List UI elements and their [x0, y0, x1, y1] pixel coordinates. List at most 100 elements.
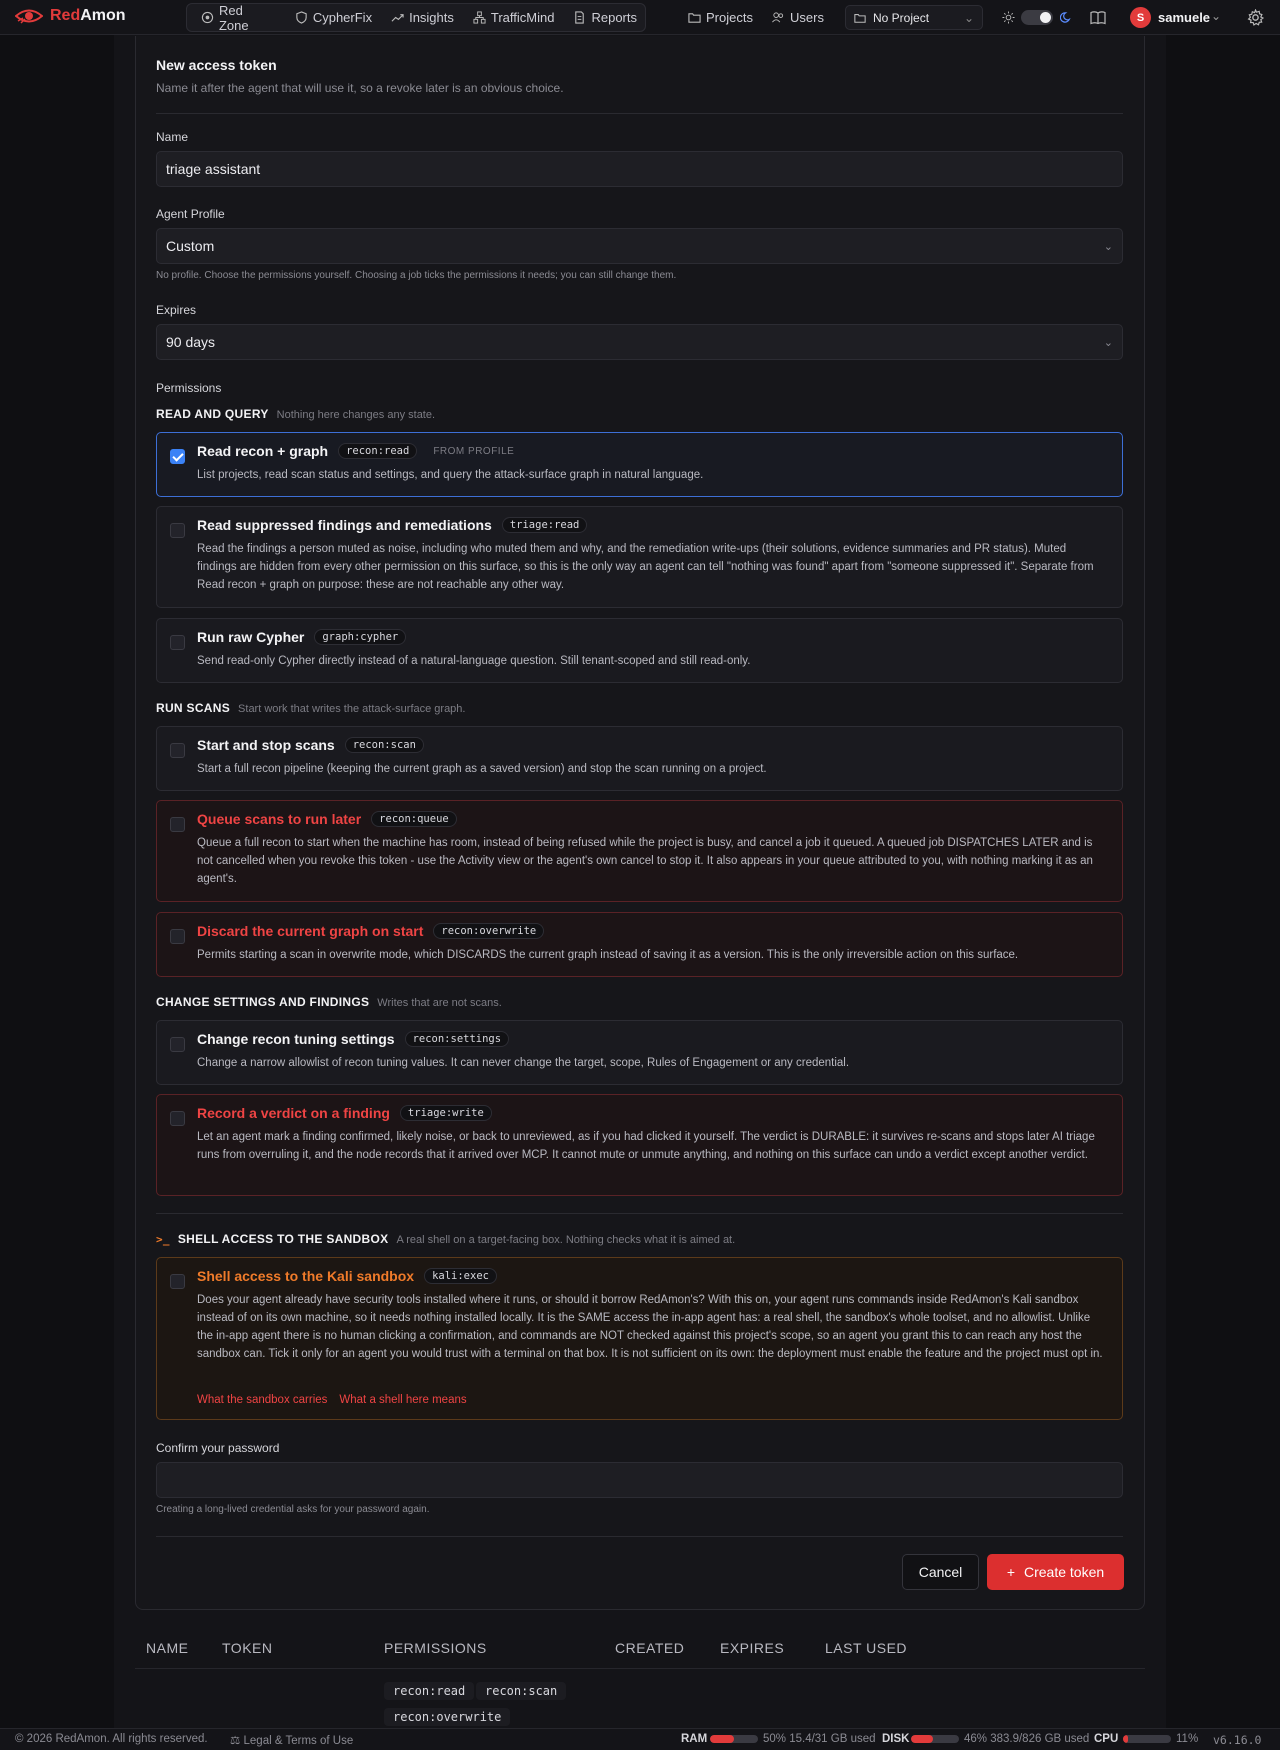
sun-icon[interactable] [1002, 11, 1015, 24]
nav-cypherfix[interactable]: CypherFix [287, 6, 380, 29]
nav-label: Reports [591, 10, 637, 25]
ram-label: RAM [681, 1733, 708, 1745]
form-title: New access token [156, 57, 277, 73]
copyright: © 2026 RedAmon. All rights reserved. [15, 1733, 208, 1745]
expires-select[interactable]: 90 days ⌄ [156, 324, 1123, 360]
perm-checkbox[interactable] [170, 449, 185, 464]
perm-recon-read[interactable]: Read recon + graph recon:read FROM PROFILE… [156, 432, 1123, 497]
cpu-usage: 11% [1176, 1733, 1199, 1745]
ram-meter [710, 1735, 758, 1743]
disk-label: DISK [882, 1733, 910, 1745]
col-permissions[interactable]: PERMISSIONS [384, 1640, 487, 1656]
col-expires[interactable]: EXPIRES [720, 1640, 784, 1656]
target-icon [201, 11, 214, 24]
shield-icon [296, 11, 307, 24]
perm-recon-queue[interactable]: Queue scans to run later recon:queue Queu… [156, 800, 1123, 902]
chevron-down-icon[interactable]: ⌄ [1211, 9, 1221, 23]
perm-checkbox[interactable] [170, 1274, 185, 1289]
section-title: CHANGE SETTINGS AND FINDINGS [156, 995, 370, 1009]
ram-usage: 50% 15.4/31 GB used [763, 1733, 876, 1745]
perm-title: Start and stop scans [197, 737, 335, 753]
gear-icon[interactable] [1247, 9, 1264, 26]
section-change-settings: CHANGE SETTINGS AND FINDINGS Writes that … [156, 995, 502, 1009]
nav-users[interactable]: Users [771, 0, 824, 35]
scope-badge: graph:cypher [314, 629, 407, 645]
perm-checkbox[interactable] [170, 1037, 185, 1052]
perm-kali-exec[interactable]: Shell access to the Kali sandbox kali:exe… [156, 1257, 1123, 1420]
perm-checkbox[interactable] [170, 523, 185, 538]
col-token[interactable]: TOKEN [222, 1640, 272, 1656]
perm-triage-write[interactable]: Record a verdict on a finding triage:writ… [156, 1094, 1123, 1196]
col-name[interactable]: NAME [146, 1640, 188, 1656]
perm-checkbox[interactable] [170, 817, 185, 832]
project-select-value: No Project [873, 10, 930, 25]
document-icon [575, 11, 585, 24]
avatar[interactable]: S [1130, 7, 1151, 28]
folder-icon [688, 13, 701, 23]
perm-graph-cypher[interactable]: Run raw Cypher graph:cypher Send read-onl… [156, 618, 1123, 683]
scope-badge: recon:settings [404, 1031, 510, 1047]
username[interactable]: samuele [1158, 10, 1210, 25]
chevron-down-icon: ⌄ [1103, 240, 1113, 253]
terminal-icon: >_ [156, 1233, 170, 1246]
scope-badge: kali:exec [424, 1268, 497, 1284]
confirm-password-hint: Creating a long-lived credential asks fo… [156, 1504, 430, 1515]
scope-badge: triage:read [501, 517, 588, 533]
cpu-meter-fill [1123, 1735, 1129, 1743]
brand-name-white: Amon [80, 7, 126, 24]
shell-meaning-link[interactable]: What a shell here means [339, 1394, 466, 1406]
app-version: v6.16.0 [1213, 1733, 1262, 1747]
project-select[interactable]: No Project ⌄ [845, 5, 983, 30]
section-read-and-query: READ AND QUERY Nothing here changes any s… [156, 407, 435, 421]
perm-checkbox[interactable] [170, 1111, 185, 1126]
perm-desc: Queue a full recon to start when the mac… [197, 837, 1093, 885]
perm-desc: Read the findings a person muted as nois… [197, 543, 1094, 591]
nav-trafficmind[interactable]: TrafficMind [465, 6, 563, 29]
col-last-used[interactable]: LAST USED [825, 1640, 907, 1656]
nav-insights[interactable]: Insights [383, 6, 462, 29]
brand-logo[interactable]: RedAmon [15, 7, 126, 25]
plus-icon: + [1006, 1564, 1015, 1580]
cancel-button[interactable]: Cancel [902, 1554, 979, 1590]
perm-checkbox[interactable] [170, 743, 185, 758]
moon-icon[interactable] [1060, 11, 1073, 24]
perm-checkbox[interactable] [170, 929, 185, 944]
agent-profile-select[interactable]: Custom ⌄ [156, 228, 1123, 264]
disk-usage: 46% 383.9/826 GB used [964, 1733, 1090, 1745]
perm-desc: List projects, read scan status and sett… [197, 469, 704, 481]
confirm-password-label: Confirm your password [156, 1441, 280, 1455]
section-desc: Start work that writes the attack-surfac… [238, 703, 466, 715]
name-input[interactable]: triage assistant [156, 151, 1123, 187]
col-created[interactable]: CREATED [615, 1640, 684, 1656]
confirm-password-input[interactable] [156, 1462, 1123, 1498]
nav-label: CypherFix [312, 10, 373, 25]
divider [156, 1213, 1123, 1214]
theme-toggle[interactable] [1021, 10, 1053, 25]
perm-desc: Send read-only Cypher directly instead o… [197, 655, 751, 667]
nav-projects-label: Projects [706, 10, 753, 25]
perm-recon-settings[interactable]: Change recon tuning settings recon:settin… [156, 1020, 1123, 1085]
scope-pill: recon:overwrite [384, 1708, 511, 1726]
nav-reports[interactable]: Reports [565, 6, 645, 29]
perm-checkbox[interactable] [170, 635, 185, 650]
form-subtitle: Name it after the agent that will use it… [156, 81, 564, 95]
scope-badge: recon:queue [371, 811, 457, 827]
perm-triage-read[interactable]: Read suppressed findings and remediation… [156, 506, 1123, 608]
permissions-label: Permissions [156, 381, 222, 395]
perm-recon-overwrite[interactable]: Discard the current graph on start recon:… [156, 912, 1123, 977]
nav-projects[interactable]: Projects [688, 0, 753, 35]
scope-badge: recon:scan [344, 737, 424, 753]
section-title: SHELL ACCESS TO THE SANDBOX [177, 1232, 389, 1246]
nav-label: Red Zone [218, 2, 249, 33]
eye-logo-icon [15, 9, 43, 24]
sandbox-contents-link[interactable]: What the sandbox carries [197, 1394, 327, 1406]
main-nav-group: Red Zone CypherFix Insights TrafficMind … [186, 3, 646, 33]
book-icon[interactable] [1090, 10, 1106, 25]
create-token-button[interactable]: + Create token [987, 1554, 1124, 1590]
section-desc: A real shell on a target-facing box. Not… [396, 1234, 736, 1246]
scope-pill: recon:read [384, 1682, 475, 1700]
perm-recon-scan[interactable]: Start and stop scans recon:scan Start a f… [156, 726, 1123, 791]
section-title: READ AND QUERY [156, 407, 269, 421]
nav-red-zone[interactable]: Red Zone [193, 3, 284, 33]
legal-link[interactable]: ⚖ Legal & Terms of Use [230, 1733, 353, 1747]
